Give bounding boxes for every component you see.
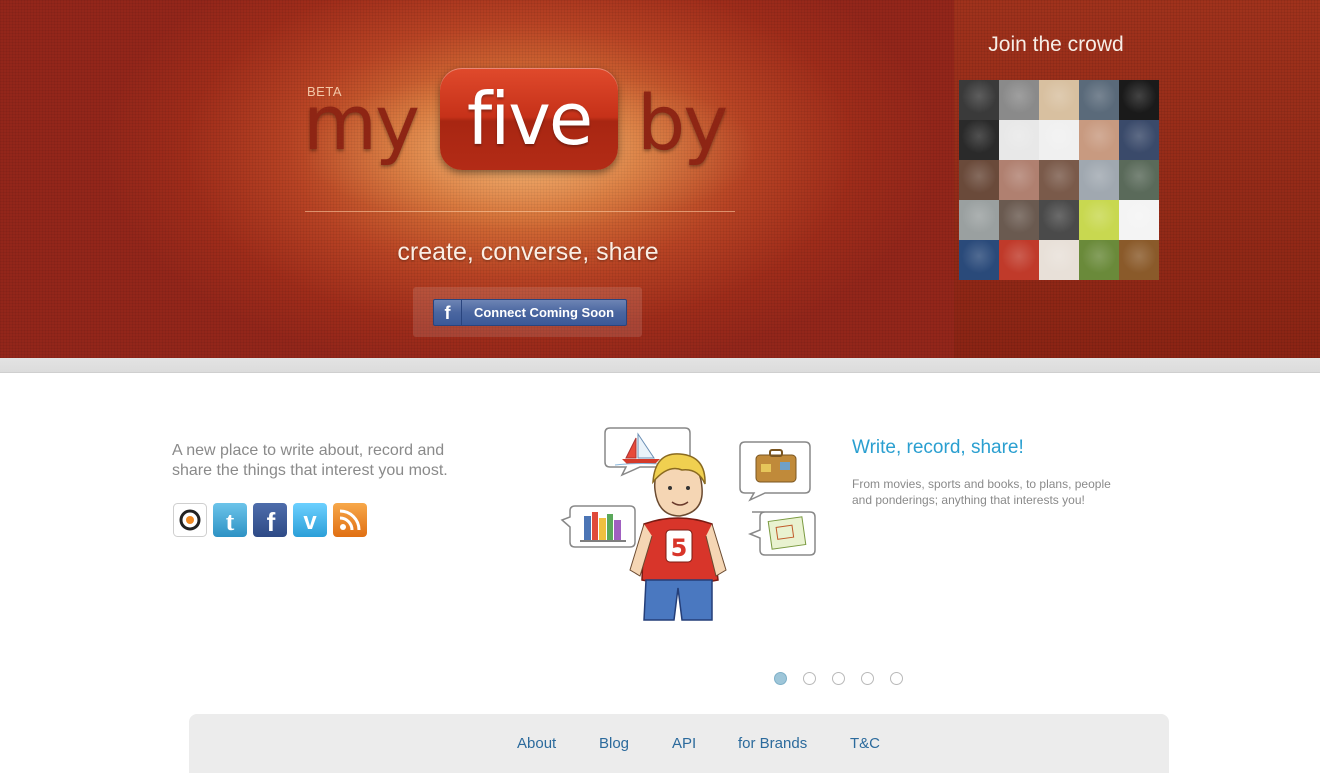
footer-link-brands[interactable]: for Brands [738, 735, 807, 752]
crowd-avatar[interactable] [999, 80, 1039, 120]
crowd-avatar[interactable] [1039, 120, 1079, 160]
twitter-icon[interactable]: t [213, 503, 247, 537]
carousel-dot[interactable] [774, 672, 787, 685]
hero-bottom-divider [0, 358, 1320, 373]
logo-text-by: by [637, 78, 728, 167]
logo-text-five: five [466, 77, 593, 161]
svg-text:t: t [226, 507, 235, 536]
carousel-dot[interactable] [861, 672, 874, 685]
crowd-avatar[interactable] [1039, 200, 1079, 240]
facebook-icon: f [434, 300, 462, 325]
crowd-avatar[interactable] [999, 160, 1039, 200]
footer-link-blog[interactable]: Blog [599, 735, 629, 752]
intro-text: A new place to write about, record and s… [172, 442, 448, 479]
crowd-avatar[interactable] [1119, 200, 1159, 240]
ticket-bubble-icon [747, 511, 816, 556]
crowd-avatar[interactable] [1039, 240, 1079, 280]
slide-body: From movies, sports and books, to plans,… [852, 477, 1111, 507]
crowd-avatar-grid [959, 80, 1159, 280]
crowd-avatar[interactable] [1079, 200, 1119, 240]
crowd-avatar[interactable] [959, 160, 999, 200]
orange-circle-icon[interactable] [173, 503, 207, 537]
logo-text-my: my [303, 78, 420, 167]
svg-text:5: 5 [671, 534, 688, 562]
facebook-icon[interactable]: f [253, 503, 287, 537]
carousel-dot[interactable] [832, 672, 845, 685]
footer-link-about[interactable]: About [517, 735, 556, 752]
vimeo-icon[interactable]: v [293, 503, 327, 537]
crowd-avatar[interactable] [1119, 80, 1159, 120]
crowd-avatar[interactable] [1119, 120, 1159, 160]
crowd-avatar[interactable] [999, 120, 1039, 160]
crowd-avatar[interactable] [959, 80, 999, 120]
crowd-avatar[interactable] [1039, 160, 1079, 200]
character-figure: 5 [629, 453, 727, 621]
tagline: create, converse, share [397, 238, 659, 266]
crowd-avatar[interactable] [999, 240, 1039, 280]
books-bubble-icon [560, 505, 636, 548]
crowd-avatar[interactable] [1079, 120, 1119, 160]
footer-link-terms[interactable]: T&C [850, 735, 880, 752]
crowd-avatar[interactable] [1119, 240, 1159, 280]
svg-text:f: f [267, 507, 276, 537]
facebook-connect-button[interactable]: f Connect Coming Soon [433, 299, 627, 326]
crowd-avatar[interactable] [959, 240, 999, 280]
connect-button-label: Connect Coming Soon [473, 305, 615, 320]
footer-link-api[interactable]: API [672, 735, 696, 752]
carousel-dot[interactable] [890, 672, 903, 685]
crowd-title: Join the crowd [988, 33, 1124, 56]
crowd-avatar[interactable] [1079, 80, 1119, 120]
slide-heading: Write, record, share! [852, 437, 1024, 458]
crowd-avatar[interactable] [999, 200, 1039, 240]
suitcase-bubble-icon [739, 441, 811, 502]
crowd-avatar[interactable] [1119, 160, 1159, 200]
crowd-avatar[interactable] [959, 200, 999, 240]
character-illustration: 5 [560, 427, 816, 621]
crowd-avatar[interactable] [959, 120, 999, 160]
hero-divider [305, 211, 735, 212]
crowd-avatar[interactable] [1079, 240, 1119, 280]
rss-icon[interactable] [333, 503, 367, 537]
crowd-avatar[interactable] [1039, 80, 1079, 120]
crowd-avatar[interactable] [1079, 160, 1119, 200]
svg-text:v: v [303, 508, 317, 535]
carousel-dot[interactable] [803, 672, 816, 685]
